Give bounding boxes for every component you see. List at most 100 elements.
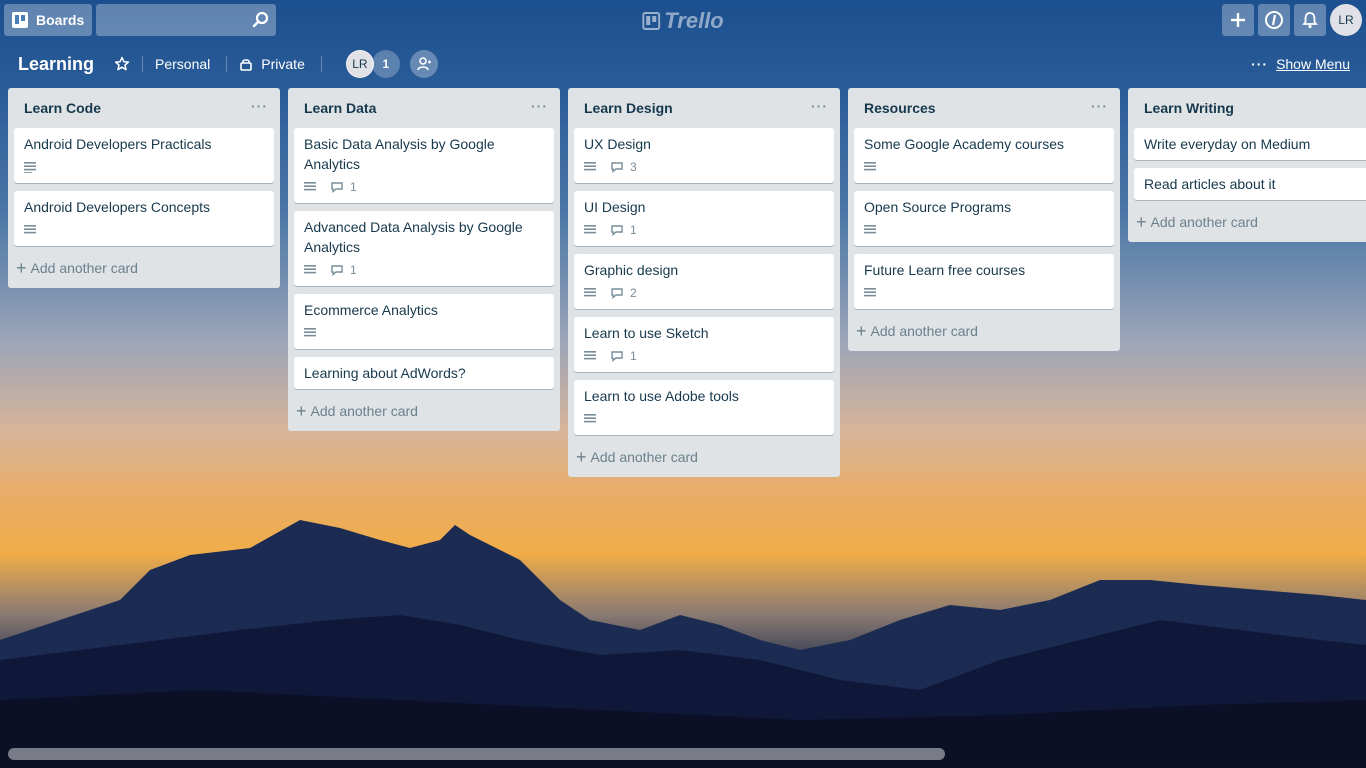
card-title: Write everyday on Medium: [1144, 136, 1311, 152]
list-header[interactable]: Learn Writing: [1128, 88, 1366, 128]
description-icon: [24, 224, 38, 236]
comment-icon: [611, 351, 623, 362]
list-card[interactable]: UI Design 1: [574, 191, 834, 246]
description-icon: [584, 287, 598, 299]
add-member-icon: [417, 57, 431, 71]
team-label: Personal: [155, 56, 211, 72]
list-learn-writing: Learn Writing Write everyday on Medium R…: [1128, 88, 1366, 242]
lock-icon: [240, 59, 253, 71]
comment-badge: 1: [330, 180, 357, 194]
search-box[interactable]: [96, 4, 277, 36]
list-card[interactable]: Ecommerce Analytics: [294, 294, 554, 349]
list-header[interactable]: Learn Code ···: [8, 88, 280, 128]
notifications-button[interactable]: [1294, 4, 1326, 36]
header-divider: [142, 56, 144, 72]
add-card-button[interactable]: + Add another card: [288, 397, 560, 425]
show-menu-button[interactable]: ··· Show Menu: [1251, 56, 1350, 72]
boards-icon: [12, 12, 28, 28]
board-title[interactable]: Learning: [18, 54, 94, 75]
bell-icon: [1302, 12, 1318, 29]
create-button[interactable]: [1222, 4, 1254, 36]
description-icon: [304, 264, 318, 276]
list-card[interactable]: Advanced Data Analysis by Google Analyti…: [294, 211, 554, 286]
list-card[interactable]: Graphic design 2: [574, 254, 834, 309]
list-card[interactable]: Learn to use Adobe tools: [574, 380, 834, 435]
info-button[interactable]: [1258, 4, 1290, 36]
list-card[interactable]: Learn to use Sketch 1: [574, 317, 834, 372]
list-card[interactable]: Android Developers Practicals: [14, 128, 274, 183]
list-menu-icon[interactable]: ···: [811, 98, 828, 114]
comment-count: 1: [630, 223, 637, 237]
description-icon: [304, 181, 318, 193]
star-icon[interactable]: [114, 56, 130, 72]
card-title: Learn to use Sketch: [584, 325, 709, 341]
list-card[interactable]: UX Design 3: [574, 128, 834, 183]
add-card-label: Add another card: [590, 449, 698, 465]
visibility-label: Private: [261, 56, 305, 72]
list-card[interactable]: Write everyday on Medium: [1134, 128, 1366, 160]
list-header[interactable]: Learn Design ···: [568, 88, 840, 128]
team-button[interactable]: Personal: [155, 56, 210, 72]
list-card[interactable]: Future Learn free courses: [854, 254, 1114, 309]
list-menu-icon[interactable]: ···: [531, 98, 548, 114]
member-count-badge[interactable]: 1: [371, 50, 400, 78]
comment-icon: [611, 162, 623, 173]
plus-icon: +: [1136, 212, 1147, 232]
top-bar: Boards Trello LR: [0, 0, 1366, 40]
comment-badge: 2: [610, 286, 637, 300]
list-card[interactable]: Learning about AdWords?: [294, 357, 554, 389]
list-card[interactable]: Basic Data Analysis by Google Analytics …: [294, 128, 554, 203]
list-card[interactable]: Read articles about it: [1134, 168, 1366, 200]
list-title[interactable]: Resources: [864, 100, 936, 116]
trello-logo[interactable]: Trello: [642, 8, 724, 34]
user-avatar[interactable]: LR: [1330, 4, 1362, 36]
list-menu-icon[interactable]: ···: [1091, 98, 1108, 114]
member-avatar[interactable]: LR: [345, 50, 374, 78]
plus-icon: +: [856, 321, 867, 341]
comment-count: 3: [630, 160, 637, 174]
list-header[interactable]: Learn Data ···: [288, 88, 560, 128]
description-icon: [584, 350, 598, 362]
visibility-button[interactable]: Private: [239, 56, 305, 72]
comment-icon: [611, 225, 623, 236]
plus-icon: +: [296, 401, 307, 421]
description-icon: [584, 161, 598, 173]
list-card[interactable]: Some Google Academy courses: [854, 128, 1114, 183]
comment-badge: 3: [610, 160, 637, 174]
boards-label: Boards: [36, 12, 85, 28]
list-title[interactable]: Learn Data: [304, 100, 376, 116]
list-card[interactable]: Android Developers Concepts: [14, 191, 274, 246]
add-card-button[interactable]: + Add another card: [8, 254, 280, 282]
description-icon: [864, 287, 878, 299]
add-card-button[interactable]: + Add another card: [1128, 208, 1366, 236]
card-title: Open Source Programs: [864, 199, 1012, 215]
add-card-label: Add another card: [1150, 214, 1258, 230]
list-title[interactable]: Learn Writing: [1144, 100, 1234, 116]
card-title: Read articles about it: [1144, 176, 1276, 192]
card-title: UX Design: [584, 136, 651, 152]
board-header: Learning Personal Private LR 1 ··· Show …: [0, 40, 1366, 88]
list-title[interactable]: Learn Design: [584, 100, 673, 116]
search-input[interactable]: [96, 4, 277, 36]
card-title: Ecommerce Analytics: [304, 302, 438, 318]
comment-icon: [331, 265, 343, 276]
add-card-button[interactable]: + Add another card: [848, 317, 1120, 345]
card-title: Android Developers Concepts: [24, 199, 210, 215]
description-icon: [304, 327, 318, 339]
boards-button[interactable]: Boards: [4, 4, 93, 36]
list-learn-code: Learn Code ··· Android Developers Practi…: [8, 88, 280, 288]
horizontal-scrollbar[interactable]: [8, 748, 945, 760]
description-icon: [864, 224, 878, 236]
list-menu-icon[interactable]: ···: [251, 98, 268, 114]
card-title: Future Learn free courses: [864, 262, 1026, 278]
card-title: Basic Data Analysis by Google Analytics: [304, 136, 495, 172]
invite-button[interactable]: [409, 50, 438, 78]
description-icon: [584, 413, 598, 425]
more-icon: ···: [1251, 56, 1269, 72]
list-title[interactable]: Learn Code: [24, 100, 101, 116]
list-header[interactable]: Resources ···: [848, 88, 1120, 128]
add-card-button[interactable]: + Add another card: [568, 443, 840, 471]
header-divider: [320, 56, 322, 72]
comment-badge: 1: [610, 223, 637, 237]
list-card[interactable]: Open Source Programs: [854, 191, 1114, 246]
